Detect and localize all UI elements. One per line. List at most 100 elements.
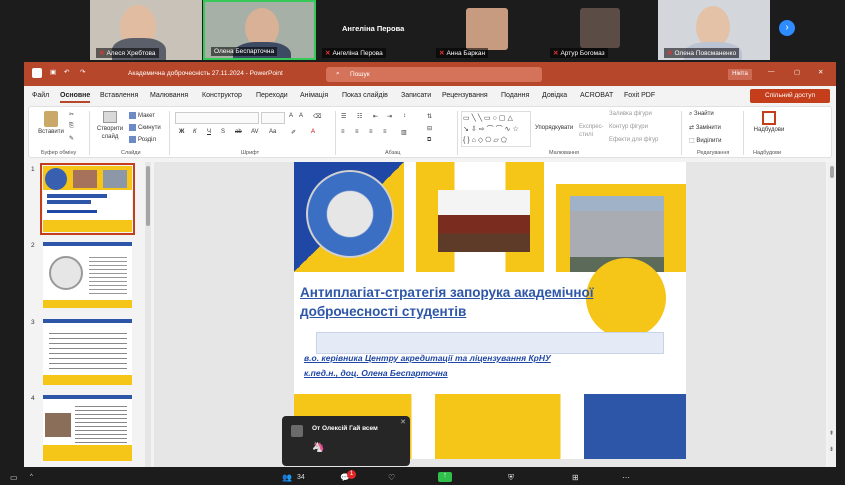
shape-effects-button[interactable]: Ефекти для фігур bbox=[609, 137, 658, 143]
slide-title[interactable]: Антиплагіат-стратегія запорука академічн… bbox=[300, 283, 620, 321]
copy-icon[interactable]: ⎘ bbox=[69, 123, 74, 130]
more-icon[interactable]: ⋯ bbox=[622, 473, 630, 482]
slide-thumbnail[interactable] bbox=[43, 319, 132, 385]
bold-icon[interactable]: Ж bbox=[179, 129, 184, 135]
chat-notification[interactable]: От Олексій Гай всем 🦄 ✕ bbox=[282, 416, 410, 466]
slide-thumbnail[interactable] bbox=[40, 163, 135, 235]
redo-icon[interactable]: ↷ bbox=[80, 68, 85, 76]
text-direction-icon[interactable]: ⇅ bbox=[427, 113, 432, 120]
addins-button[interactable]: Надбудови bbox=[749, 111, 789, 133]
align-right-icon[interactable]: ≡ bbox=[369, 129, 373, 135]
chevron-up-icon[interactable]: ^ bbox=[30, 474, 33, 480]
security-icon[interactable]: ⛨ bbox=[508, 473, 514, 483]
participant-tile-active[interactable]: Олена Беспарточна bbox=[203, 0, 316, 60]
scroll-up-icon[interactable]: ⇞ bbox=[829, 430, 834, 437]
slide-subtitle[interactable]: в.о. керівника Центру акредитації та ліц… bbox=[304, 351, 604, 381]
close-icon[interactable]: ✕ bbox=[400, 418, 406, 426]
numbering-icon[interactable]: ☷ bbox=[357, 113, 362, 120]
tab-file[interactable]: Файл bbox=[32, 92, 49, 99]
font-color-icon[interactable]: A bbox=[311, 129, 315, 135]
slide-thumbnail[interactable] bbox=[43, 395, 132, 461]
section-button[interactable]: Розділ bbox=[129, 136, 156, 143]
align-text-icon[interactable]: ⊟ bbox=[427, 125, 432, 132]
powerpoint-window: ▣ ↶ ↷ Академична доброчесність 27.11.202… bbox=[24, 62, 836, 467]
save-icon[interactable]: ▣ bbox=[50, 68, 56, 76]
select-button[interactable]: ⬚ Виділити bbox=[689, 137, 721, 144]
undo-icon[interactable]: ↶ bbox=[64, 68, 69, 76]
tab-slideshow[interactable]: Показ слайдів bbox=[342, 92, 388, 99]
layout-icon bbox=[129, 112, 136, 119]
camera-icon[interactable]: ▭ bbox=[10, 473, 18, 482]
grow-font-icon[interactable]: A bbox=[289, 113, 293, 119]
cut-icon[interactable]: ✂ bbox=[69, 111, 74, 118]
tab-record[interactable]: Записати bbox=[401, 92, 431, 99]
tab-review[interactable]: Рецензування bbox=[442, 92, 488, 99]
columns-icon[interactable]: ▥ bbox=[401, 129, 407, 136]
tab-animations[interactable]: Анімація bbox=[300, 92, 328, 99]
decrease-indent-icon[interactable]: ⇤ bbox=[373, 113, 378, 120]
tab-foxit[interactable]: Foxit PDF bbox=[624, 92, 655, 99]
justify-icon[interactable]: ≡ bbox=[383, 129, 387, 135]
share-button[interactable]: Спільний доступ bbox=[750, 89, 830, 103]
increase-indent-icon[interactable]: ⇥ bbox=[387, 113, 392, 120]
paste-button[interactable]: Вставити bbox=[37, 111, 65, 135]
slide-scrollbar[interactable]: ⇞ ⇟ bbox=[828, 162, 836, 467]
ribbon: Вставити ✂ ⎘ ✎ Буфер обміну Створити сла… bbox=[28, 106, 832, 158]
participant-tile[interactable]: ✕ Алеся Хребтова bbox=[90, 0, 202, 60]
shadow-icon[interactable]: S bbox=[221, 129, 225, 135]
case-icon[interactable]: Aa bbox=[269, 129, 276, 135]
shape-outline-button[interactable]: Контур фігури bbox=[609, 124, 648, 130]
restore-button[interactable]: ▢ bbox=[794, 68, 800, 76]
participant-tile[interactable]: ✕ Анна Баркан bbox=[430, 0, 542, 60]
highlight-icon[interactable]: ✐ bbox=[291, 129, 296, 136]
tab-draw[interactable]: Малювання bbox=[150, 92, 188, 99]
strikethrough-icon[interactable]: ab bbox=[235, 129, 242, 135]
arrange-button[interactable]: Упорядкувати bbox=[535, 125, 573, 131]
layout-button[interactable]: Макет bbox=[129, 112, 155, 119]
apps-icon[interactable]: ⊞ bbox=[572, 473, 579, 482]
next-page-button[interactable]: › bbox=[779, 20, 795, 36]
current-slide[interactable]: Антиплагіат-стратегія запорука академічн… bbox=[294, 162, 686, 459]
tab-design[interactable]: Конструктор bbox=[202, 92, 242, 99]
participant-tile[interactable]: ✕ Олена Повсманенко bbox=[658, 0, 770, 60]
tab-insert[interactable]: Вставлення bbox=[100, 92, 138, 99]
format-painter-icon[interactable]: ✎ bbox=[69, 135, 74, 142]
scroll-down-icon[interactable]: ⇟ bbox=[829, 446, 834, 453]
mic-muted-icon: ✕ bbox=[99, 50, 105, 57]
italic-icon[interactable]: К bbox=[193, 129, 197, 135]
bullets-icon[interactable]: ☰ bbox=[341, 113, 346, 120]
reactions-icon[interactable]: ♡ bbox=[388, 473, 395, 482]
reset-button[interactable]: Скинути bbox=[129, 124, 161, 131]
smartart-icon[interactable]: ⧉ bbox=[427, 137, 431, 144]
underline-icon[interactable]: Ч bbox=[207, 129, 211, 135]
minimize-button[interactable]: — bbox=[768, 68, 775, 75]
participant-tile[interactable]: ✕ Артур Богомаз bbox=[544, 0, 656, 60]
tab-transitions[interactable]: Переходи bbox=[256, 92, 288, 99]
line-spacing-icon[interactable]: ↕ bbox=[403, 113, 406, 119]
tab-home[interactable]: Основне bbox=[60, 92, 91, 103]
share-screen-icon[interactable]: ↑ bbox=[438, 472, 452, 482]
close-button[interactable]: ✕ bbox=[818, 68, 823, 76]
thumbnail-scrollbar[interactable] bbox=[145, 162, 151, 467]
tab-help[interactable]: Довідка bbox=[542, 92, 567, 99]
new-slide-button[interactable]: Створити слайд bbox=[93, 111, 127, 141]
tab-view[interactable]: Подання bbox=[501, 92, 529, 99]
font-size-dropdown[interactable] bbox=[261, 112, 285, 124]
shape-fill-button[interactable]: Заливка фігури bbox=[609, 111, 652, 117]
shrink-font-icon[interactable]: A bbox=[299, 113, 303, 119]
quick-styles-button[interactable]: Експрес-стилі bbox=[579, 123, 604, 139]
participant-tile[interactable]: ✕ Ангеліна Перова bbox=[316, 0, 428, 60]
tab-acrobat[interactable]: ACROBAT bbox=[580, 92, 613, 99]
font-name-dropdown[interactable] bbox=[175, 112, 259, 124]
align-left-icon[interactable]: ≡ bbox=[341, 129, 345, 135]
clear-format-icon[interactable]: ⌫ bbox=[313, 113, 321, 120]
user-badge[interactable]: Нікіта bbox=[728, 69, 752, 80]
spacing-icon[interactable]: AV bbox=[251, 129, 259, 135]
shapes-gallery[interactable]: ▭╲╲▭○▢△ ↘⇩⇨⌒⌒∿☆ {}⌂◇⎔▱⬠ bbox=[461, 111, 531, 147]
participants-icon[interactable]: 👥 bbox=[282, 473, 292, 482]
search-box[interactable]: ⌕ Пошук bbox=[326, 67, 542, 82]
replace-button[interactable]: ⇄ Замінити bbox=[689, 124, 721, 131]
slide-thumbnail[interactable] bbox=[43, 242, 132, 308]
find-button[interactable]: ⌕ Знайти bbox=[689, 111, 714, 118]
align-center-icon[interactable]: ≡ bbox=[355, 129, 359, 135]
